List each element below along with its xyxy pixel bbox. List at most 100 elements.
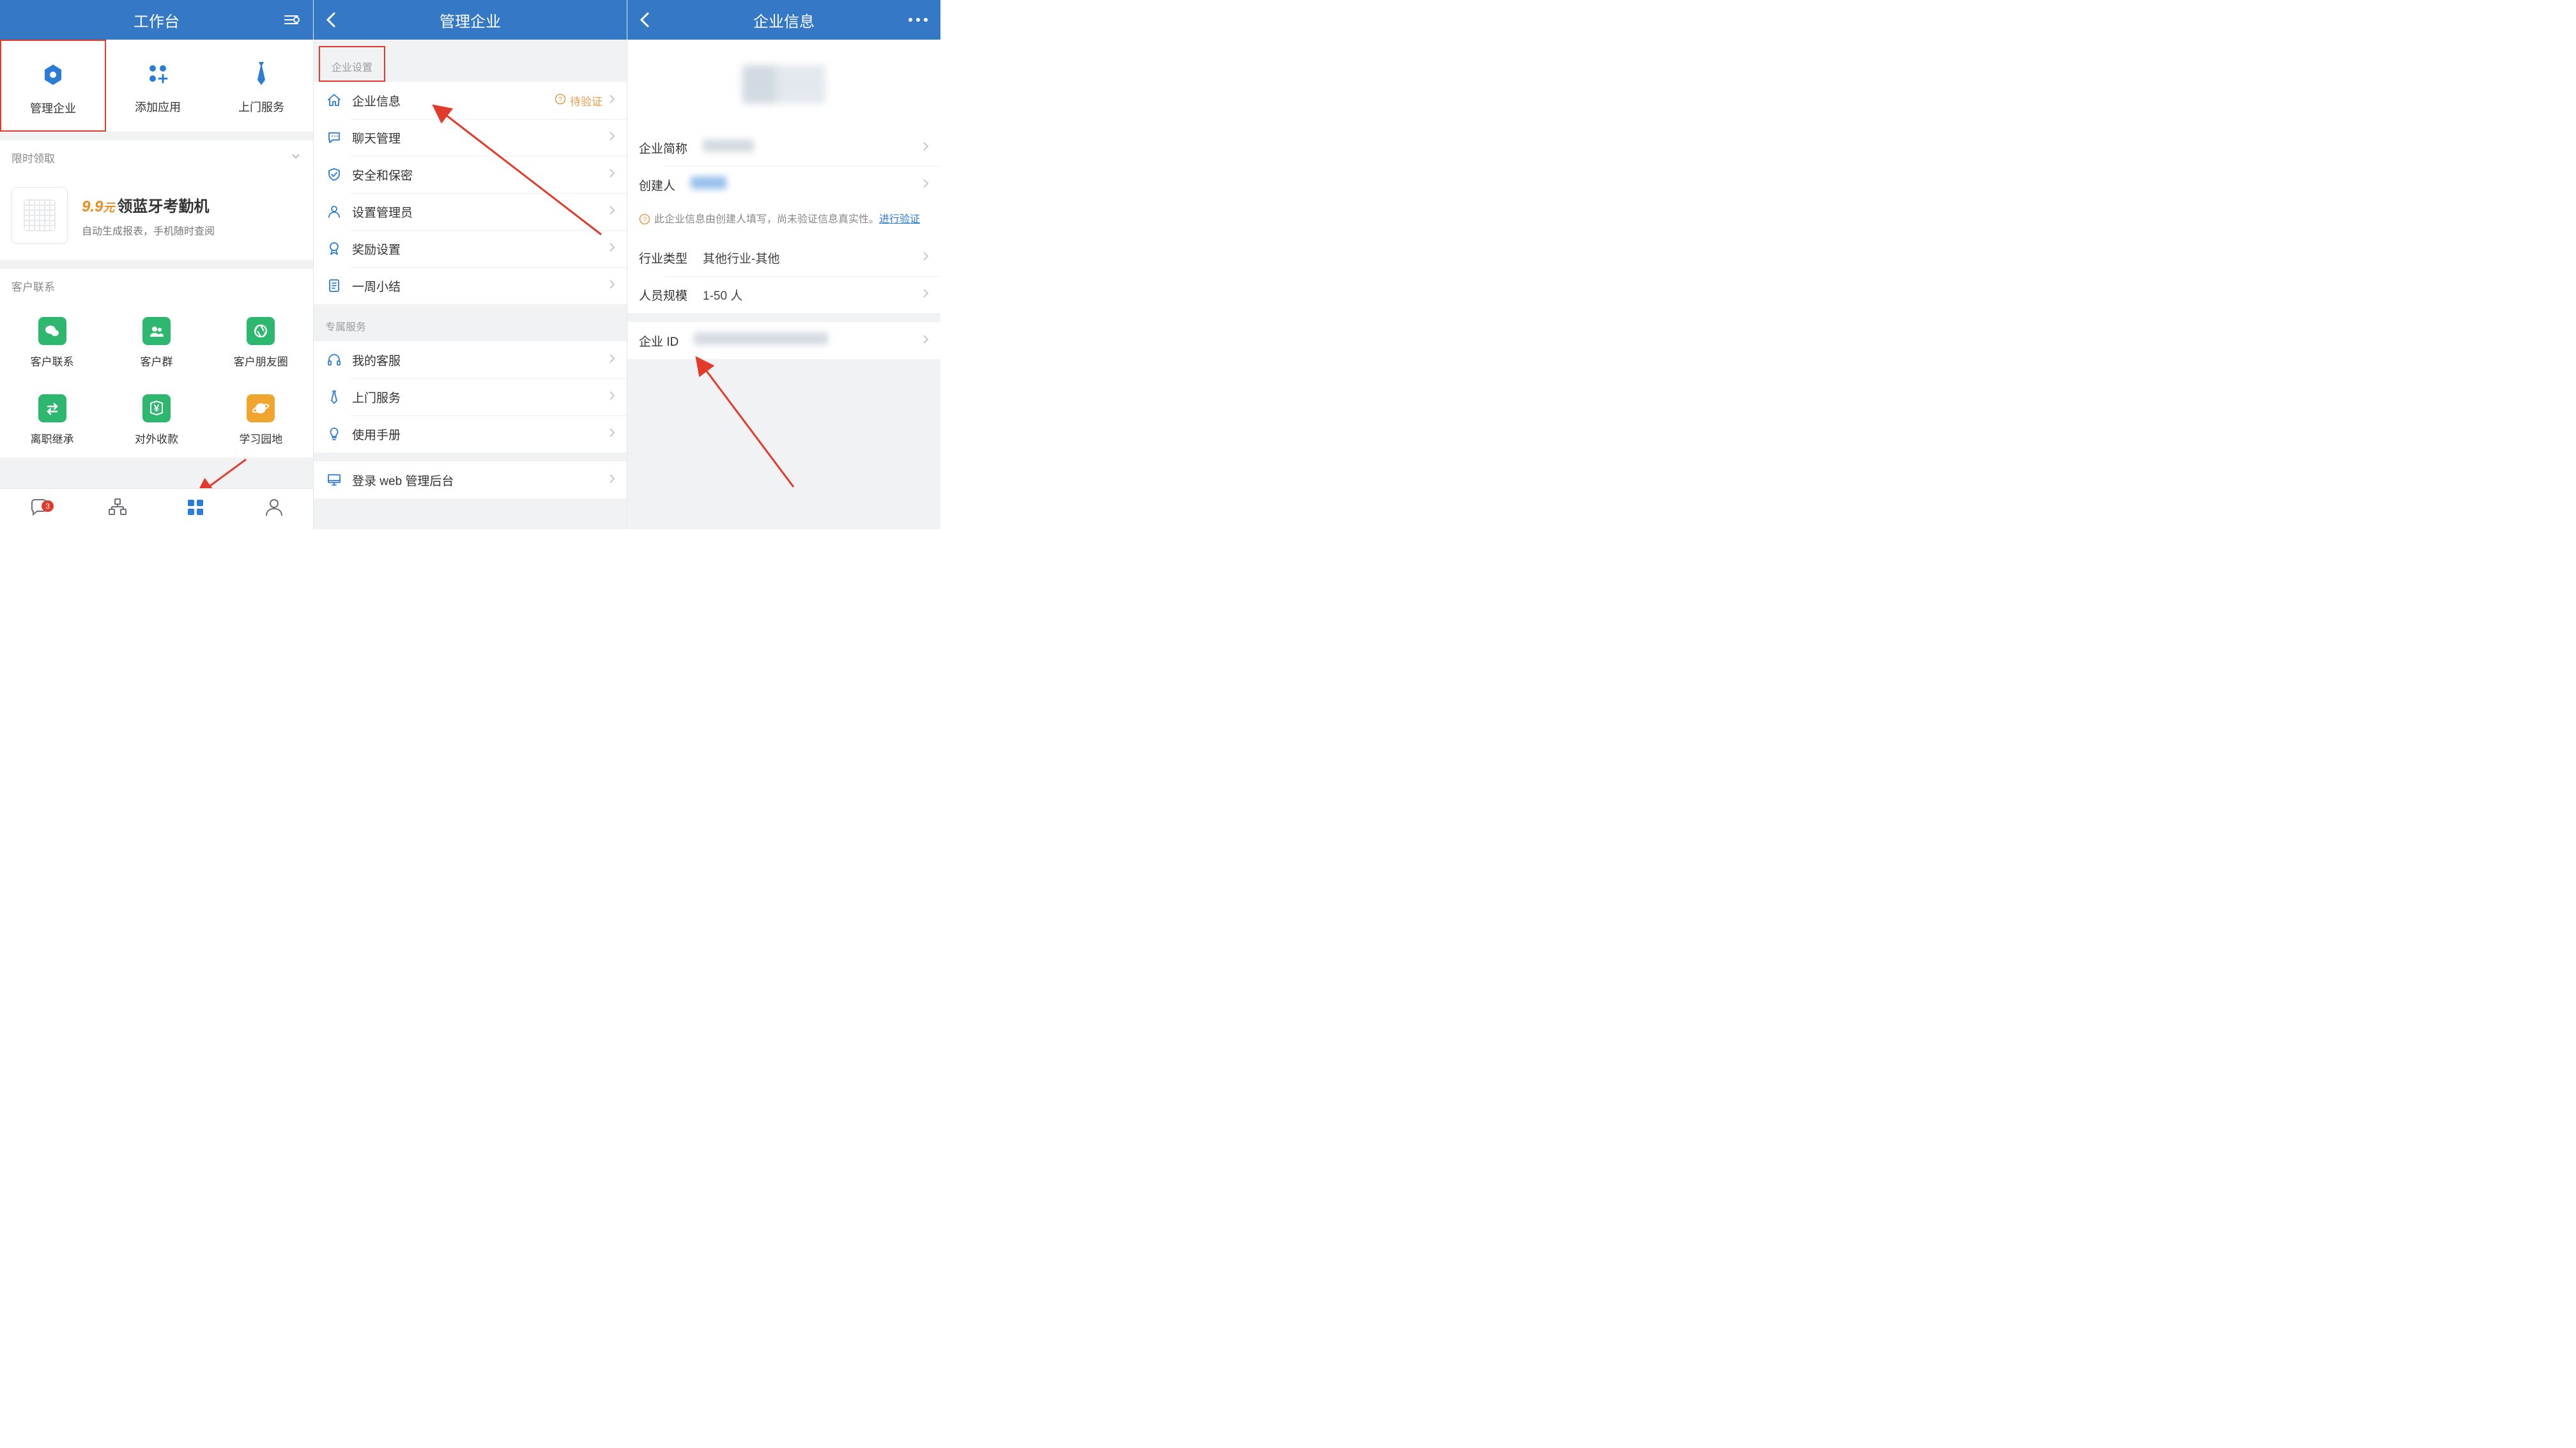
tie-icon bbox=[213, 58, 309, 89]
chat-bubble-icon bbox=[325, 130, 343, 145]
row-label: 人员规模 bbox=[639, 286, 687, 304]
tie-outline-icon bbox=[325, 389, 343, 404]
header: 企业信息 bbox=[627, 0, 940, 40]
aperture-icon bbox=[247, 317, 275, 345]
list-row[interactable]: 企业简称 bbox=[627, 129, 940, 166]
onsite-service-cell[interactable]: 上门服务 bbox=[210, 40, 313, 132]
manage-enterprise-cell[interactable]: 管理企业 bbox=[0, 40, 106, 132]
settings-list: 企业信息?待验证聊天管理安全和保密设置管理员奖励设置一周小结 bbox=[314, 82, 627, 304]
cell-label: 上门服务 bbox=[213, 98, 309, 115]
list-row[interactable]: 创建人 bbox=[627, 166, 940, 203]
customer-section-header: 客户联系 bbox=[0, 269, 313, 303]
row-value: 1-50 人 bbox=[703, 286, 742, 304]
svg-text:¥: ¥ bbox=[154, 403, 160, 414]
customer-grid-cell[interactable]: 学习园地 bbox=[209, 380, 313, 458]
chevron-right-icon bbox=[923, 251, 929, 265]
section-header: 专属服务 bbox=[314, 304, 627, 341]
list-row[interactable]: 一周小结 bbox=[314, 267, 627, 304]
cell-label: 管理企业 bbox=[5, 100, 101, 116]
list-row[interactable]: 企业 ID bbox=[627, 322, 940, 359]
gear-hex-icon bbox=[5, 59, 101, 91]
row-note: ?待验证 bbox=[555, 93, 602, 109]
tab-chat[interactable]: 3 bbox=[0, 497, 79, 521]
medal-icon bbox=[325, 241, 343, 256]
header: 管理企业 bbox=[314, 0, 627, 40]
chevron-right-icon bbox=[609, 390, 615, 404]
annotation-arrow bbox=[691, 353, 800, 493]
list-row[interactable]: 设置管理员 bbox=[314, 193, 627, 230]
chevron-right-icon bbox=[609, 427, 615, 441]
tab-me[interactable] bbox=[235, 497, 314, 521]
row-label: 创建人 bbox=[639, 176, 675, 194]
cell-label: 对外收款 bbox=[108, 430, 204, 446]
tab-contacts[interactable] bbox=[79, 497, 157, 521]
limited-section-header[interactable]: 限时领取 bbox=[0, 141, 313, 174]
add-app-cell[interactable]: 添加应用 bbox=[106, 40, 210, 132]
chevron-right-icon bbox=[609, 353, 615, 367]
row-label: 企业简称 bbox=[639, 139, 687, 157]
header: 工作台 bbox=[0, 0, 313, 40]
row-label: 企业 ID bbox=[639, 332, 678, 350]
chevron-right-icon bbox=[609, 474, 615, 487]
verify-link[interactable]: 进行验证 bbox=[879, 214, 920, 225]
promo-subtitle: 自动生成报表，手机随时查阅 bbox=[82, 222, 215, 238]
row-label: 行业类型 bbox=[639, 249, 687, 266]
more-button[interactable] bbox=[908, 18, 928, 22]
planet-icon bbox=[247, 394, 275, 422]
badge-count: 3 bbox=[42, 500, 54, 512]
info-list-id: 企业 ID bbox=[627, 322, 940, 359]
customer-grid-cell[interactable]: 客户群 bbox=[104, 303, 208, 380]
customer-grid-cell[interactable]: 离职继承 bbox=[0, 380, 104, 458]
list-row[interactable]: 我的客服 bbox=[314, 341, 627, 378]
customer-grid-cell[interactable]: ¥ 对外收款 bbox=[104, 380, 208, 458]
info-list-basic: 企业简称创建人 bbox=[627, 129, 940, 203]
chevron-right-icon bbox=[609, 131, 615, 144]
svg-text:?: ? bbox=[558, 96, 562, 104]
row-label: 上门服务 bbox=[352, 389, 401, 406]
header-title: 企业信息 bbox=[753, 9, 815, 31]
promo-banner[interactable]: 9.9元领蓝牙考勤机 自动生成报表，手机随时查阅 bbox=[0, 174, 313, 260]
screen-enterprise-info: 企业信息 企业简称创建人 ? 此企业信息由创建人填写，尚未验证信息真实性。进行验… bbox=[627, 0, 940, 529]
screen-workbench: 工作台 管理企业 添加 bbox=[0, 0, 313, 529]
list-row[interactable]: 上门服务 bbox=[314, 378, 627, 415]
group-icon bbox=[142, 317, 171, 345]
row-label: 登录 web 管理后台 bbox=[352, 472, 454, 489]
chevron-right-icon bbox=[609, 279, 615, 293]
more-icon bbox=[908, 18, 928, 22]
chevron-right-icon bbox=[609, 205, 615, 219]
back-button[interactable] bbox=[325, 11, 337, 29]
list-row[interactable]: 行业类型其他行业-其他 bbox=[627, 239, 940, 276]
list-row[interactable]: 登录 web 管理后台 bbox=[314, 461, 627, 498]
row-label: 我的客服 bbox=[352, 351, 401, 369]
question-icon: ? bbox=[555, 93, 566, 108]
cell-label: 学习园地 bbox=[213, 430, 309, 446]
shield-icon bbox=[325, 167, 343, 182]
row-label: 奖励设置 bbox=[352, 240, 401, 258]
header-settings-button[interactable] bbox=[282, 11, 300, 29]
wechat-icon bbox=[38, 317, 66, 345]
list-row[interactable]: 人员规模 1-50 人 bbox=[627, 276, 940, 313]
list-row[interactable]: 聊天管理 bbox=[314, 119, 627, 156]
section-title: 客户联系 bbox=[12, 278, 55, 294]
row-label: 使用手册 bbox=[352, 426, 401, 443]
list-row[interactable]: 奖励设置 bbox=[314, 230, 627, 267]
cell-label: 客户朋友圈 bbox=[213, 353, 309, 369]
customer-grid: 客户联系客户群客户朋友圈离职继承 ¥ 对外收款学习园地 bbox=[0, 303, 313, 458]
chevron-right-icon bbox=[923, 141, 929, 155]
customer-grid-cell[interactable]: 客户朋友圈 bbox=[209, 303, 313, 380]
bulb-icon bbox=[325, 426, 343, 442]
list-row[interactable]: 安全和保密 bbox=[314, 156, 627, 193]
enterprise-logo-area[interactable] bbox=[627, 40, 940, 129]
chevron-right-icon bbox=[609, 168, 615, 181]
row-value bbox=[703, 139, 754, 156]
back-button[interactable] bbox=[639, 11, 650, 29]
limited-section: 限时领取 9.9元领蓝牙考勤机 自动生成报表，手机随时查阅 bbox=[0, 141, 313, 260]
list-row[interactable]: 使用手册 bbox=[314, 415, 627, 452]
list-row[interactable]: 企业信息?待验证 bbox=[314, 82, 627, 119]
customer-grid-cell[interactable]: 客户联系 bbox=[0, 303, 104, 380]
row-label: 一周小结 bbox=[352, 277, 401, 295]
tab-workbench[interactable] bbox=[157, 497, 235, 521]
section-title: 限时领取 bbox=[12, 150, 55, 166]
row-value bbox=[691, 176, 726, 193]
cell-label: 客户联系 bbox=[4, 353, 100, 369]
